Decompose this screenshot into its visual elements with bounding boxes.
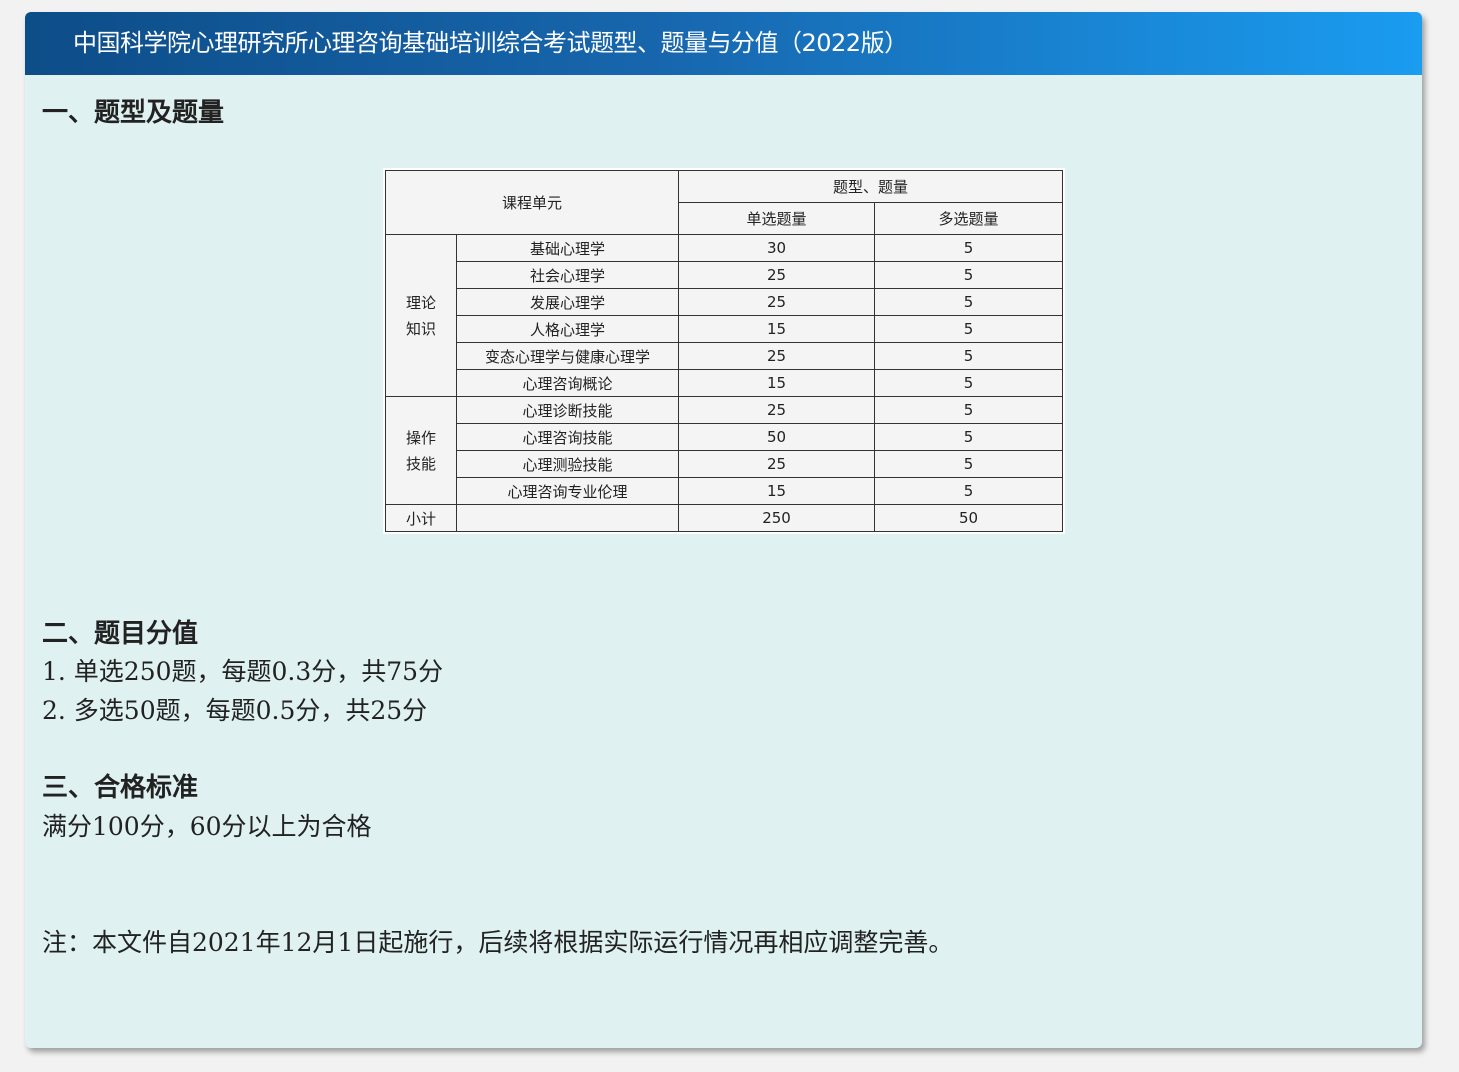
multi-count-cell: 5 bbox=[874, 477, 1064, 505]
multi-count-cell: 5 bbox=[874, 396, 1064, 424]
course-name-cell: 基础心理学 bbox=[455, 234, 680, 262]
subtotal-row: 小计 250 50 bbox=[385, 504, 1064, 532]
multi-count-cell: 5 bbox=[874, 342, 1064, 370]
table-row: 社会心理学 25 5 bbox=[386, 261, 1064, 289]
quota-table: 课程单元 题型、题量 单选题量 多选题量 理论 知识 基础心理学 30 5 社会心理学 25… bbox=[384, 170, 1064, 532]
table-row: 人格心理学 15 5 bbox=[386, 315, 1064, 343]
table-row: 理论 知识 基础心理学 30 5 bbox=[385, 234, 1064, 397]
multi-count-cell: 5 bbox=[874, 450, 1064, 478]
single-count-cell: 30 bbox=[678, 234, 876, 262]
score-item-2: 2. 多选50题，每题0.5分，共25分 bbox=[42, 696, 428, 725]
table-header-row: 课程单元 题型、题量 bbox=[384, 170, 1064, 235]
note-text: 注：本文件自2021年12月1日起施行，后续将根据实际运行情况再相应调整完善。 bbox=[42, 928, 954, 957]
subtotal-single-cell: 250 bbox=[678, 504, 876, 532]
content-card: 中国科学院心理研究所心理咨询基础培训综合考试题型、题量与分值（2022版） 一、… bbox=[25, 12, 1422, 1048]
section-1-title: 一、题型及题量 bbox=[42, 98, 225, 128]
course-unit-header: 课程单元 bbox=[384, 170, 680, 235]
course-name-cell: 心理咨询技能 bbox=[455, 423, 680, 451]
table-row: 心理测验技能 25 5 bbox=[386, 450, 1064, 478]
multi-count-cell: 5 bbox=[874, 288, 1064, 316]
course-name-cell: 发展心理学 bbox=[455, 288, 680, 316]
quota-table-wrapper: 课程单元 题型、题量 单选题量 多选题量 理论 知识 基础心理学 30 5 社会心理学 25… bbox=[383, 168, 1065, 534]
single-choice-header: 单选题量 bbox=[678, 202, 876, 235]
course-name-cell: 心理测验技能 bbox=[455, 450, 680, 478]
multi-choice-header: 多选题量 bbox=[874, 202, 1064, 235]
course-name-cell: 变态心理学与健康心理学 bbox=[455, 342, 680, 370]
single-count-cell: 25 bbox=[678, 342, 876, 370]
single-count-cell: 25 bbox=[678, 288, 876, 316]
single-count-cell: 15 bbox=[678, 369, 876, 397]
table-row: 心理咨询概论 15 5 bbox=[386, 369, 1064, 397]
table-row: 心理咨询专业伦理 15 5 bbox=[386, 477, 1064, 505]
subtotal-empty-cell bbox=[455, 504, 680, 532]
table-row: 心理咨询技能 50 5 bbox=[386, 423, 1064, 451]
course-name-cell: 心理咨询专业伦理 bbox=[455, 477, 680, 505]
table-row: 操作 技能 心理诊断技能 25 5 bbox=[385, 396, 1064, 505]
single-count-cell: 15 bbox=[678, 477, 876, 505]
group-name-line: 知识 bbox=[405, 319, 436, 338]
question-type-header: 题型、题量 bbox=[678, 170, 1064, 203]
table-row: 变态心理学与健康心理学 25 5 bbox=[386, 342, 1064, 370]
multi-count-cell: 5 bbox=[874, 234, 1064, 262]
subtotal-multi-cell: 50 bbox=[874, 504, 1064, 532]
multi-count-cell: 5 bbox=[874, 369, 1064, 397]
group-name-line: 技能 bbox=[405, 454, 436, 473]
course-name-cell: 社会心理学 bbox=[455, 261, 680, 289]
course-name-cell: 人格心理学 bbox=[455, 315, 680, 343]
multi-count-cell: 5 bbox=[874, 423, 1064, 451]
group-name-cell: 操作 技能 bbox=[385, 396, 457, 505]
group-name-line: 理论 bbox=[405, 293, 436, 312]
group-name-line: 操作 bbox=[405, 428, 436, 447]
single-count-cell: 25 bbox=[678, 450, 876, 478]
multi-count-cell: 5 bbox=[874, 315, 1064, 343]
single-count-cell: 25 bbox=[678, 396, 876, 424]
subtotal-label-cell: 小计 bbox=[385, 504, 457, 532]
page-title: 中国科学院心理研究所心理咨询基础培训综合考试题型、题量与分值（2022版） bbox=[25, 12, 1422, 75]
pass-standard-text: 满分100分，60分以上为合格 bbox=[42, 812, 372, 841]
section-2-title: 二、题目分值 bbox=[42, 619, 199, 649]
single-count-cell: 50 bbox=[678, 423, 876, 451]
score-item-1: 1. 单选250题，每题0.3分，共75分 bbox=[42, 657, 444, 686]
course-name-cell: 心理咨询概论 bbox=[455, 369, 680, 397]
single-count-cell: 25 bbox=[678, 261, 876, 289]
group-name-cell: 理论 知识 bbox=[385, 234, 457, 397]
section-3-title: 三、合格标准 bbox=[42, 773, 199, 803]
table-row: 发展心理学 25 5 bbox=[386, 288, 1064, 316]
course-name-cell: 心理诊断技能 bbox=[455, 396, 680, 424]
single-count-cell: 15 bbox=[678, 315, 876, 343]
multi-count-cell: 5 bbox=[874, 261, 1064, 289]
